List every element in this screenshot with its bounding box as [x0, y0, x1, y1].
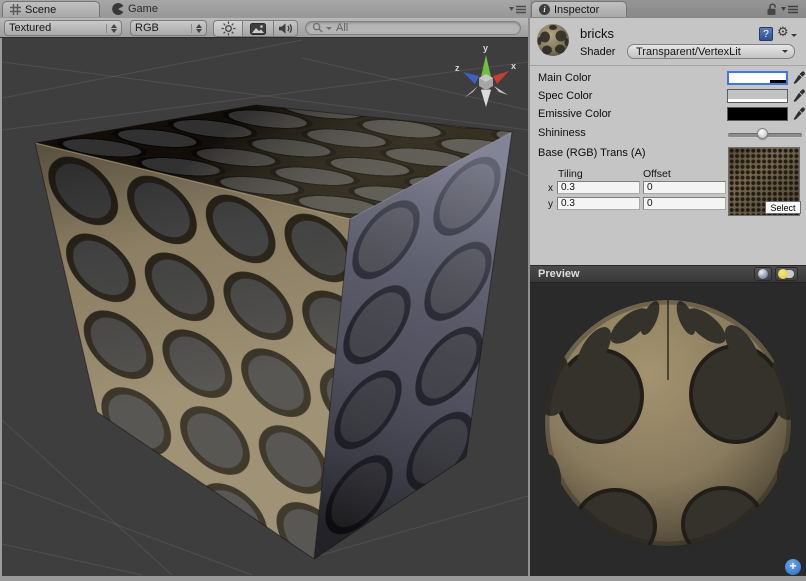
grid-icon	[10, 4, 21, 15]
scene-toolbar: Textured RGB	[0, 18, 530, 38]
effects-toggle-button[interactable]	[243, 20, 274, 37]
updown-arrows-icon	[191, 24, 202, 33]
dropdown-arrow-icon	[782, 50, 788, 53]
search-filter-arrow-icon[interactable]	[326, 27, 332, 30]
shininess-slider-thumb[interactable]	[757, 128, 768, 139]
preview-title: Preview	[538, 268, 754, 280]
inspector-body: bricks Shader Transparent/VertexLit ? ⚙ …	[530, 18, 806, 265]
lighting-toggle-button[interactable]	[213, 20, 243, 37]
material-preview-area[interactable]: +	[530, 283, 806, 576]
tab-game[interactable]: Game	[104, 1, 166, 17]
sun-icon	[221, 21, 236, 36]
spec-color-well[interactable]	[727, 89, 788, 103]
offset-y-field[interactable]	[643, 197, 726, 210]
tab-inspector[interactable]: i Inspector	[531, 1, 627, 17]
gear-icon[interactable]: ⚙	[777, 26, 789, 40]
gizmo-y-cone	[481, 55, 491, 77]
info-icon: i	[539, 4, 550, 15]
inspector-tabbar: i Inspector	[530, 0, 806, 18]
search-input[interactable]	[334, 21, 514, 35]
tab-inspector-label: Inspector	[554, 2, 599, 18]
main-color-well[interactable]	[727, 71, 788, 85]
gear-dropdown-arrow-icon[interactable]	[791, 34, 797, 37]
shader-dropdown[interactable]: Transparent/VertexLit	[627, 44, 795, 59]
add-button[interactable]: +	[785, 559, 801, 575]
tiling-header: Tiling	[558, 168, 583, 180]
tiling-y-field[interactable]	[557, 197, 640, 210]
gizmo-y-label: y	[483, 43, 488, 53]
eyedropper-icon[interactable]	[792, 89, 805, 103]
color-mode-dropdown[interactable]: RGB	[130, 20, 207, 36]
gizmo-z-cone	[463, 72, 479, 84]
tiling-y-label: y	[548, 199, 553, 210]
material-preview-icon	[536, 23, 570, 57]
lamp-icon	[778, 269, 795, 279]
material-name: bricks	[580, 26, 614, 41]
audio-toggle-button[interactable]	[274, 20, 298, 37]
color-mode-value: RGB	[135, 22, 187, 34]
offset-header: Offset	[643, 168, 671, 180]
image-icon	[250, 23, 266, 35]
scene-panel-menu-icon[interactable]	[509, 5, 527, 14]
texture-select-button[interactable]: Select	[765, 201, 801, 214]
tab-scene[interactable]: Scene	[2, 1, 100, 17]
orientation-gizmo[interactable]: y x z	[452, 40, 520, 110]
spec-color-label: Spec Color	[538, 90, 592, 102]
shininess-label: Shininess	[538, 127, 586, 139]
main-color-label: Main Color	[538, 72, 591, 84]
panel-menu-icon	[781, 5, 799, 14]
gizmo-z-label: z	[455, 63, 460, 73]
scene-search[interactable]	[305, 21, 521, 35]
shader-label: Shader	[580, 46, 615, 58]
eyedropper-icon[interactable]	[792, 107, 805, 121]
sphere-icon	[758, 269, 768, 279]
help-icon[interactable]: ?	[759, 27, 773, 41]
tiling-x-label: x	[548, 183, 553, 194]
scene-tabbar: Scene Game	[0, 0, 530, 18]
shader-value: Transparent/VertexLit	[636, 46, 782, 58]
speaker-icon	[278, 22, 293, 35]
emissive-color-label: Emissive Color	[538, 108, 611, 120]
base-map-label: Base (RGB) Trans (A)	[538, 147, 646, 159]
magnifier-icon	[312, 22, 324, 34]
tiling-x-field[interactable]	[557, 181, 640, 194]
scene-viewport[interactable]: y x z	[2, 38, 528, 576]
panel-menu-icon	[509, 5, 527, 14]
tab-game-label: Game	[128, 3, 158, 15]
inspector-panel-menu-icon[interactable]	[781, 5, 799, 14]
preview-lighting-button[interactable]	[775, 267, 798, 281]
preview-header[interactable]: Preview	[530, 265, 806, 283]
preview-sphere-button[interactable]	[754, 267, 772, 281]
scene-3d-render	[2, 38, 528, 576]
render-mode-dropdown[interactable]: Textured	[4, 20, 122, 36]
gizmo-x-cone	[493, 71, 509, 84]
emissive-color-well[interactable]	[727, 107, 788, 121]
offset-x-field[interactable]	[643, 181, 726, 194]
preview-sphere-render	[543, 297, 793, 547]
textured-cube	[35, 105, 512, 559]
updown-arrows-icon	[106, 24, 117, 33]
separator	[530, 65, 806, 66]
render-mode-value: Textured	[9, 22, 102, 34]
tab-scene-label: Scene	[25, 2, 56, 18]
gizmo-x-label: x	[511, 61, 516, 71]
eyedropper-icon[interactable]	[792, 71, 805, 85]
unity-editor-window: Scene Game i Inspector Textured RGB	[0, 0, 806, 581]
game-icon	[112, 3, 124, 15]
